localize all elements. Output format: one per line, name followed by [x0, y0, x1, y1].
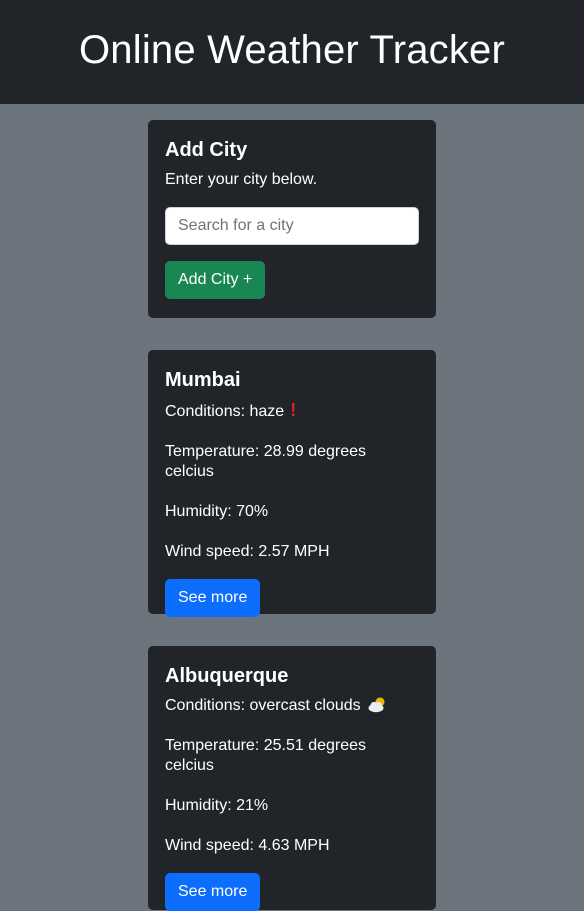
city-conditions-row: Conditions: haze! [165, 400, 419, 422]
page-header: Online Weather Tracker [0, 0, 584, 104]
city-wind-speed: Wind speed: 2.57 MPH [165, 543, 330, 560]
city-card-albuquerque: Albuquerque Conditions: overcast clouds … [148, 646, 436, 911]
city-temperature: Temperature: 28.99 degrees celcius [165, 443, 367, 480]
city-conditions: Conditions: haze [165, 403, 285, 420]
add-city-card: Add City Enter your city below. Add City… [148, 120, 436, 318]
see-more-button[interactable]: See more [165, 579, 261, 617]
city-name: Albuquerque [165, 665, 289, 687]
add-city-button[interactable]: Add City + [165, 261, 266, 299]
city-conditions: Conditions: overcast clouds [165, 697, 361, 714]
see-more-button[interactable]: See more [165, 873, 261, 911]
city-conditions-row: Conditions: overcast clouds [165, 696, 419, 716]
sun-behind-cloud-icon [367, 696, 387, 716]
city-name: Mumbai [165, 369, 241, 391]
city-humidity: Humidity: 21% [165, 797, 269, 814]
city-card-mumbai: Mumbai Conditions: haze! Temperature: 28… [148, 350, 436, 617]
city-search-input[interactable] [165, 207, 419, 245]
city-temperature: Temperature: 25.51 degrees celcius [165, 737, 367, 774]
add-city-title: Add City [165, 139, 248, 161]
exclamation-icon: ! [290, 400, 297, 420]
city-wind-speed: Wind speed: 4.63 MPH [165, 837, 330, 854]
city-humidity: Humidity: 70% [165, 503, 269, 520]
add-city-subtitle: Enter your city below. [165, 171, 318, 188]
page-title: Online Weather Tracker [78, 27, 506, 72]
